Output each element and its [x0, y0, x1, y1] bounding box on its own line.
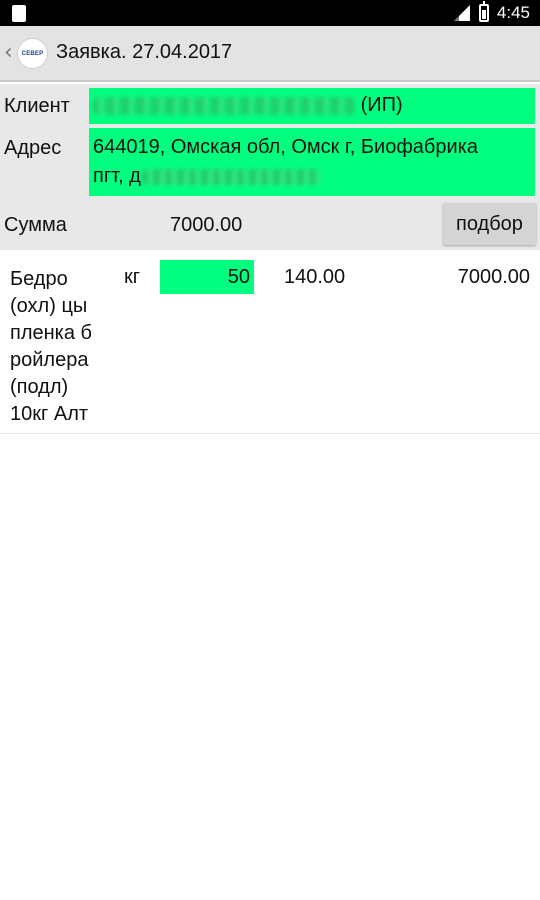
- battery-icon: [478, 1, 489, 22]
- action-bar: ‹ СЕВЕР Заявка. 27.04.2017: [0, 26, 540, 82]
- item-name: Бедро (охл) цы пленка б ройлера (подл) 1…: [10, 268, 92, 425]
- item-price: 140.00: [284, 266, 346, 288]
- client-label: Клиент: [4, 95, 70, 117]
- address-label: Адрес: [4, 137, 62, 159]
- item-unit: кг: [124, 266, 141, 288]
- sd-card-icon: [12, 5, 26, 22]
- table-row[interactable]: Бедро (охл) цы пленка б ройлера (подл) 1…: [0, 252, 540, 434]
- address-line-2: пгт, д: [93, 162, 531, 191]
- page-title: Заявка. 27.04.2017: [56, 41, 233, 63]
- address-field[interactable]: 644019, Омская обл, Омск г, Биофабрика п…: [89, 128, 535, 196]
- redacted-address: [140, 168, 321, 185]
- order-header: Клиент (ИП) Адрес 644019, Омская обл, Ом…: [0, 84, 540, 250]
- signal-icon: [453, 5, 470, 21]
- quantity-input[interactable]: [160, 260, 254, 294]
- logo-text: СЕВЕР: [21, 50, 44, 57]
- client-field[interactable]: (ИП): [89, 88, 535, 124]
- client-suffix: (ИП): [360, 94, 403, 116]
- back-chevron-icon[interactable]: ‹: [4, 40, 13, 65]
- status-time: 4:45: [496, 3, 530, 22]
- redacted-client-name: [93, 96, 355, 115]
- item-total: 7000.00: [457, 266, 530, 288]
- sum-label: Сумма: [4, 214, 67, 236]
- pick-button[interactable]: подбор: [443, 203, 536, 245]
- status-bar: 4:45: [0, 0, 540, 26]
- address-line-1: 644019, Омская обл, Омск г, Биофабрика: [93, 136, 478, 158]
- sum-value: 7000.00: [170, 214, 243, 236]
- address-line-2-prefix: пгт, д: [93, 165, 141, 187]
- app-logo[interactable]: СЕВЕР: [17, 38, 48, 69]
